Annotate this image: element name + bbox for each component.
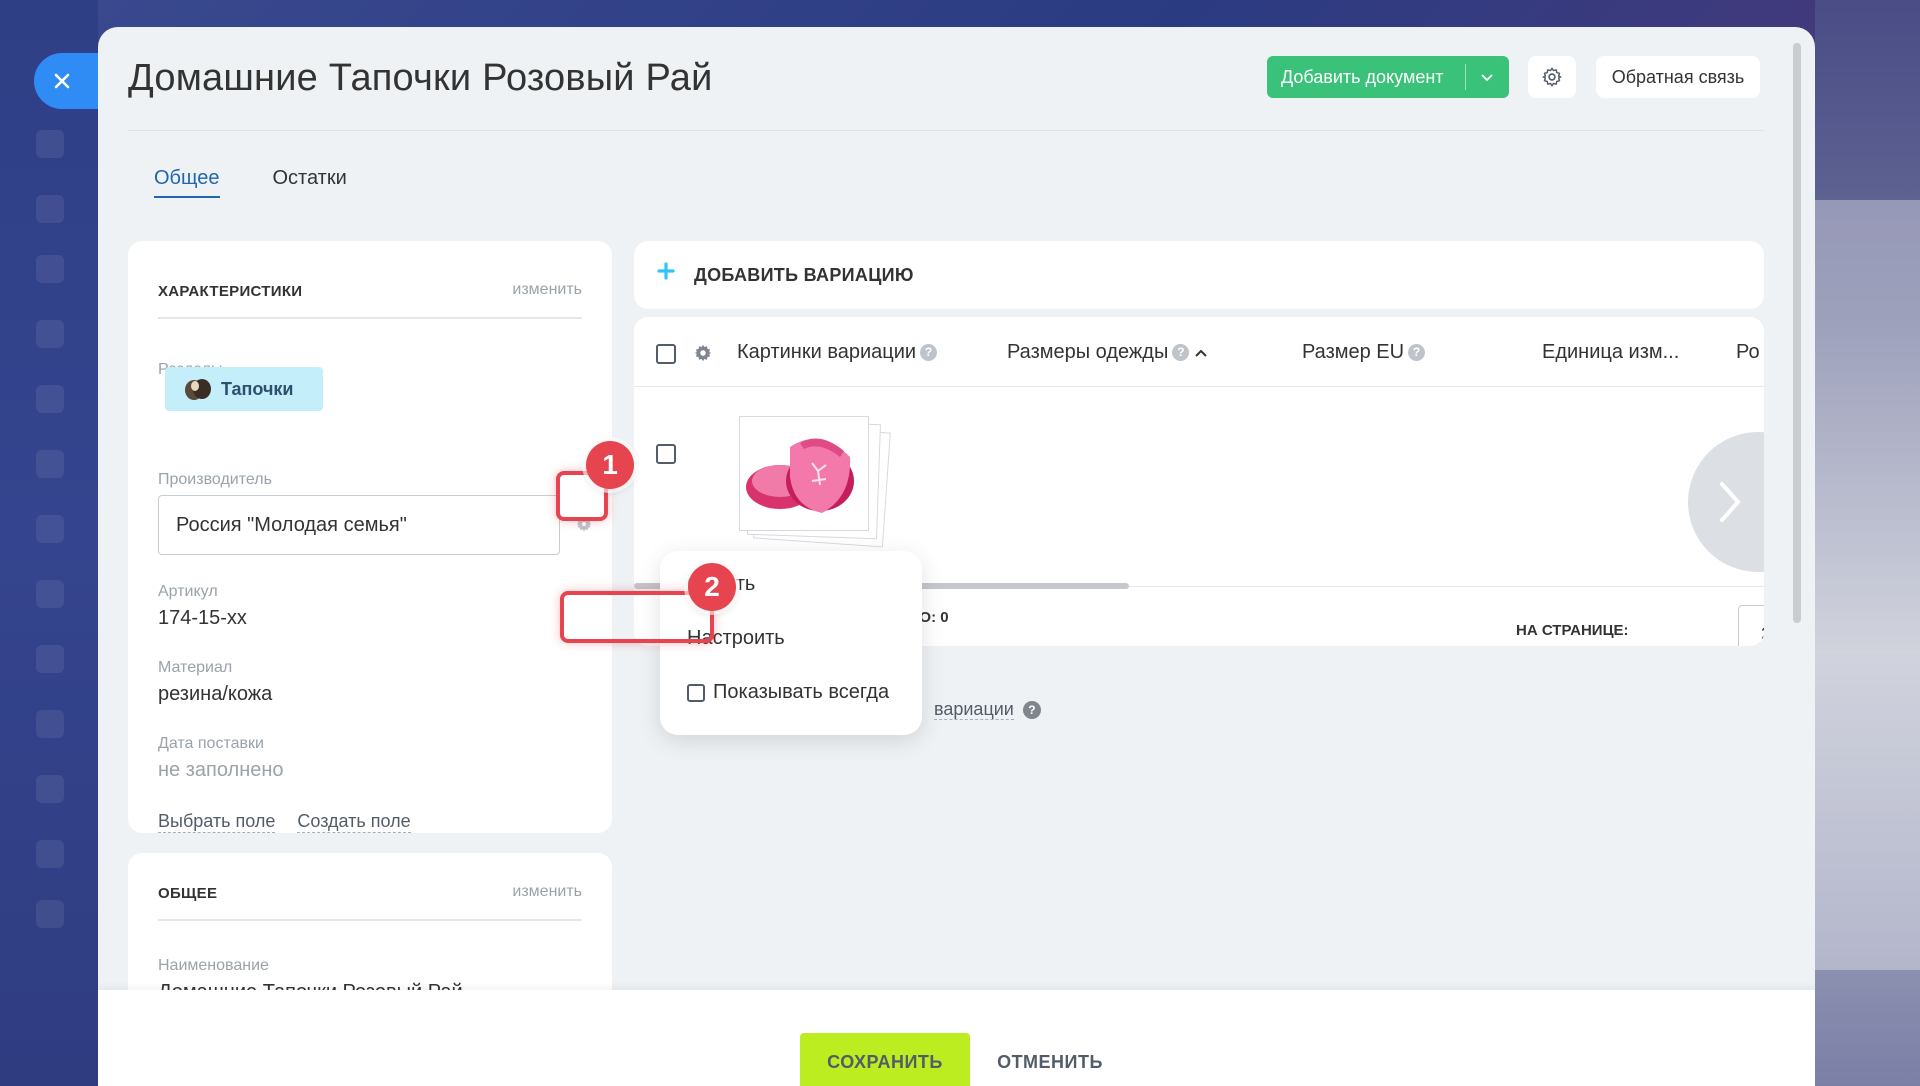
add-variation-label: ДОБАВИТЬ ВАРИАЦИЮ: [694, 265, 914, 285]
add-document-label: Добавить документ: [1281, 66, 1444, 87]
menu-item-show-always[interactable]: Показывать всегда: [687, 681, 889, 704]
column-unit[interactable]: Единица изм...: [1542, 341, 1679, 364]
feedback-button[interactable]: Обратная связь: [1596, 56, 1760, 98]
help-icon[interactable]: ?: [1172, 344, 1190, 362]
characteristics-title: ХАРАКТЕРИСТИКИ: [158, 283, 303, 300]
manufacturer-value: Россия "Молодая семья": [176, 513, 407, 536]
per-page-label: НА СТРАНИЦЕ:: [1516, 622, 1629, 639]
select-field-link[interactable]: Выбрать поле: [158, 811, 276, 833]
column-truncated[interactable]: Ро: [1736, 341, 1760, 364]
background-ghost-icon: [36, 195, 64, 223]
close-icon: [54, 73, 70, 89]
section-chip[interactable]: Тапочки: [165, 367, 323, 411]
gear-icon: [694, 344, 712, 362]
add-variation-bar[interactable]: ДОБАВИТЬ ВАРИАЦИЮ: [634, 241, 1764, 309]
scrollbar[interactable]: [1793, 43, 1801, 623]
general-edit-link[interactable]: изменить: [512, 883, 582, 901]
background-ghost-icon: [36, 580, 64, 608]
help-icon[interactable]: ?: [1022, 701, 1041, 720]
variations-link-label: вариации: [934, 699, 1014, 720]
grid-scroll-next-button[interactable]: [1688, 432, 1764, 572]
help-icon[interactable]: ?: [920, 344, 938, 362]
article-value: 174-15-xx: [158, 607, 247, 629]
settings-button[interactable]: [1528, 56, 1576, 98]
plus-icon: [656, 261, 676, 286]
callout-badge-2: 2: [688, 563, 736, 611]
section-chip-label: Тапочки: [221, 378, 294, 399]
background-ghost-icon: [36, 840, 64, 868]
manufacturer-field[interactable]: Россия "Молодая семья": [158, 495, 560, 555]
tab-stock[interactable]: Остатки: [273, 167, 347, 198]
close-slider-button[interactable]: [34, 53, 98, 109]
tab-general[interactable]: Общее: [154, 167, 220, 198]
article-label: Артикул: [158, 583, 218, 600]
background-panel: [1815, 200, 1920, 970]
callout-badge-1: 1: [586, 441, 634, 489]
tabs: Общее Остатки: [154, 167, 347, 198]
background-sidebar: [0, 0, 98, 1086]
general-header: ОБЩЕЕ изменить: [158, 881, 582, 921]
delivery-date-value: не заполнено: [158, 759, 284, 781]
chevron-right-icon: [1720, 482, 1741, 522]
general-title: ОБЩЕЕ: [158, 885, 218, 902]
background-ghost-icon: [36, 320, 64, 348]
show-always-checkbox[interactable]: [687, 683, 705, 702]
column-variation-images[interactable]: Картинки вариации?: [737, 341, 938, 364]
pink-slippers-image: [746, 438, 854, 513]
material-value: резина/кожа: [158, 683, 273, 705]
slipper-thumbnail-icon: [183, 376, 213, 402]
background-right-panel: [1815, 0, 1920, 1086]
grid-header: Картинки вариации? Размеры одежды? Разме…: [634, 317, 1764, 387]
background-ghost-icon: [36, 255, 64, 283]
manufacturer-label: Производитель: [158, 471, 272, 488]
help-icon[interactable]: ?: [1408, 344, 1426, 362]
page-title: Домашние Тапочки Розовый Рай: [128, 57, 713, 99]
save-button[interactable]: СОХРАНИТЬ: [800, 1033, 970, 1086]
background-ghost-icon: [36, 130, 64, 158]
background-ghost-icon: [36, 385, 64, 413]
field-links: Выбрать поле Создать поле: [158, 811, 411, 833]
gear-icon: [1542, 67, 1562, 87]
row-checkbox[interactable]: [656, 444, 676, 464]
slider-footer: СОХРАНИТЬ ОТМЕНИТЬ: [98, 990, 1815, 1086]
column-label: Картинки вариации: [737, 341, 917, 363]
show-always-label: Показывать всегда: [713, 681, 890, 703]
characteristics-card: ХАРАКТЕРИСТИКИ изменить Разделы Тапочки …: [128, 241, 612, 833]
grid-settings-icon[interactable]: [692, 342, 714, 369]
material-label: Материал: [158, 659, 233, 676]
variations-link[interactable]: вариации ?: [934, 699, 1041, 720]
background-ghost-icon: [36, 900, 64, 928]
column-label: Размер EU: [1302, 341, 1405, 363]
background-ghost-icon: [36, 450, 64, 478]
select-all-checkbox[interactable]: [656, 344, 676, 364]
characteristics-edit-link[interactable]: изменить: [512, 281, 582, 299]
per-page-value: 20: [1761, 624, 1764, 644]
cancel-button[interactable]: ОТМЕНИТЬ: [990, 1033, 1110, 1086]
total-value: 0: [940, 609, 949, 626]
background-ghost-icon: [36, 645, 64, 673]
delivery-date-label: Дата поставки: [158, 735, 264, 752]
name-label: Наименование: [158, 957, 269, 974]
chevron-down-icon[interactable]: [1466, 70, 1508, 84]
background-ghost-icon: [36, 775, 64, 803]
column-label: Размеры одежды: [1007, 341, 1169, 363]
sort-up-icon[interactable]: [1195, 341, 1208, 364]
column-clothing-sizes[interactable]: Размеры одежды?: [1007, 341, 1208, 364]
product-slider: Домашние Тапочки Розовый Рай Добавить до…: [98, 27, 1815, 1086]
image-sheet-front: [739, 416, 869, 531]
add-document-button[interactable]: Добавить документ: [1267, 56, 1509, 98]
per-page-select[interactable]: 20: [1738, 605, 1764, 646]
create-field-link[interactable]: Создать поле: [297, 811, 411, 833]
background-ghost-icon: [36, 515, 64, 543]
characteristics-header: ХАРАКТЕРИСТИКИ изменить: [158, 279, 582, 319]
background-ghost-icon: [36, 710, 64, 738]
slider-header: Домашние Тапочки Розовый Рай Добавить до…: [128, 27, 1764, 131]
column-eu-size[interactable]: Размер EU?: [1302, 341, 1426, 364]
variation-image[interactable]: [739, 412, 891, 552]
